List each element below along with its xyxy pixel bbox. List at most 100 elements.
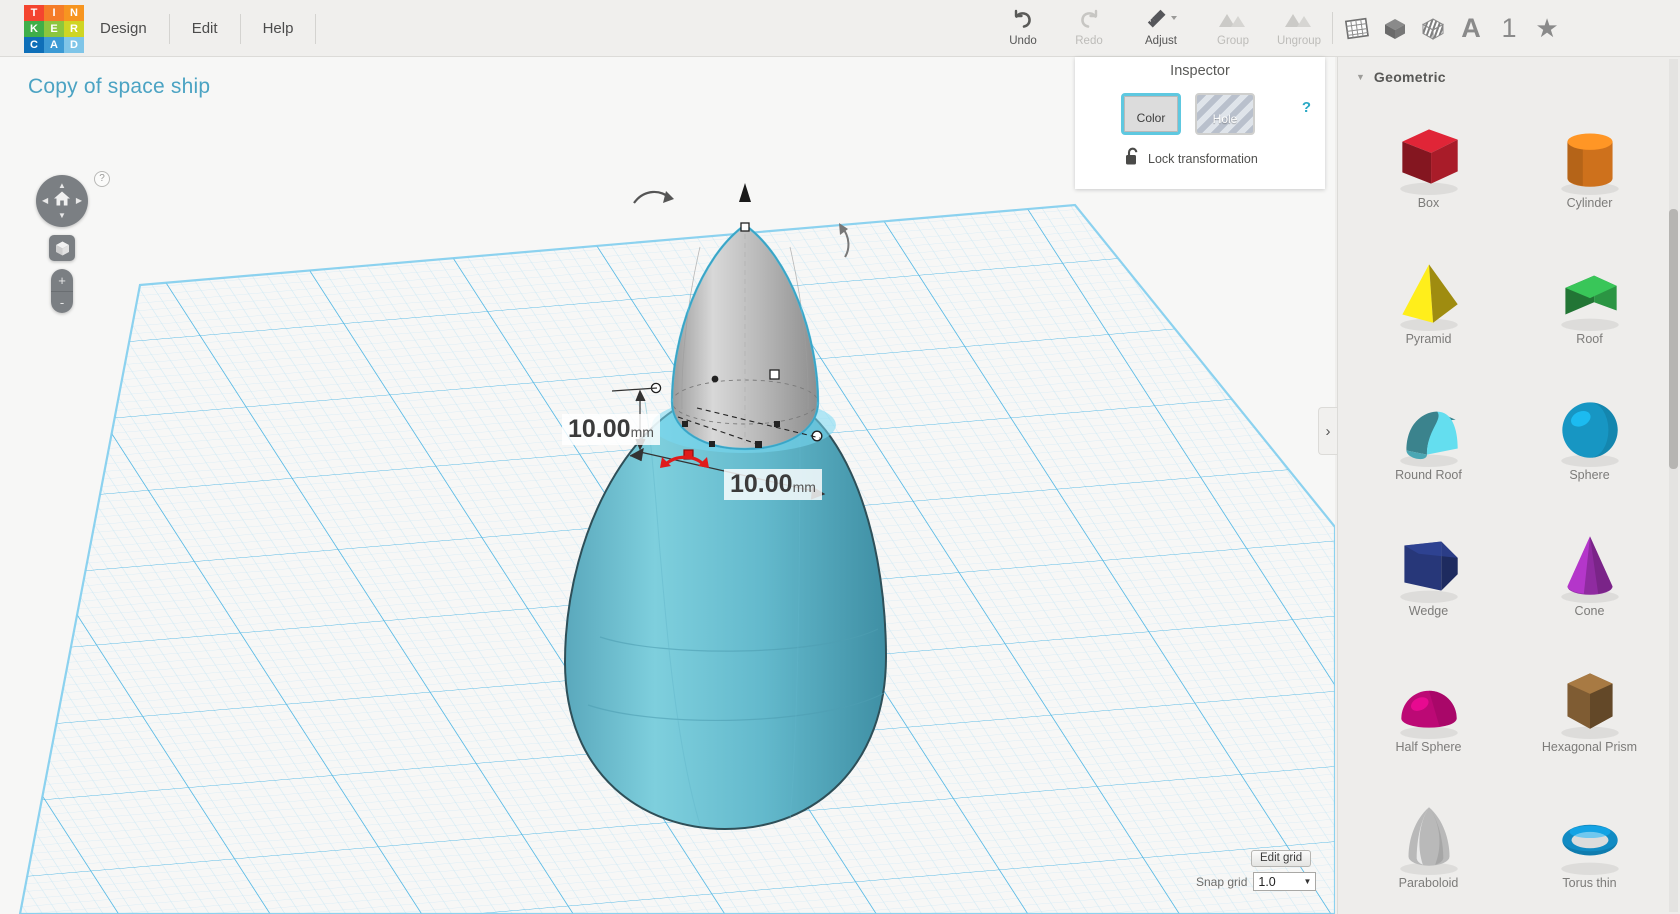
- undo-icon: [990, 7, 1056, 31]
- chevron-down-icon: ▼: [1303, 877, 1312, 886]
- group-button[interactable]: Group: [1200, 0, 1266, 47]
- number-1-icon[interactable]: 1: [1490, 10, 1528, 48]
- group-icon: [1200, 7, 1266, 31]
- shape-item-label: Cylinder: [1566, 196, 1613, 210]
- orbit-right-arrow[interactable]: ▶: [76, 197, 82, 205]
- shape-item-box[interactable]: Box: [1348, 93, 1509, 229]
- color-swatch-button[interactable]: Color: [1121, 93, 1181, 135]
- lock-transformation-row[interactable]: Lock transformation: [1075, 135, 1325, 171]
- tinkercad-app: T I N K E R C A D Design Edit Help Undo …: [0, 0, 1680, 914]
- adjust-label: Adjust: [1145, 35, 1177, 47]
- shape-item-torus[interactable]: Torus: [1348, 909, 1509, 914]
- shapes-category-header[interactable]: ▼ Geometric: [1338, 57, 1680, 93]
- logo-tile-c: C: [24, 37, 44, 53]
- inspector-title: Inspector: [1170, 63, 1230, 79]
- box-icon: [1388, 112, 1470, 200]
- inspector-help-icon[interactable]: ?: [1302, 99, 1311, 116]
- redo-label: Redo: [1075, 35, 1103, 47]
- redo-button[interactable]: Redo: [1056, 0, 1122, 47]
- tinkercad-logo[interactable]: T I N K E R C A D: [24, 5, 84, 53]
- chevron-down-icon: ▼: [1356, 72, 1365, 82]
- shape-item-label: Pyramid: [1405, 332, 1452, 346]
- adjust-icon: [1122, 7, 1200, 31]
- ungroup-label: Ungroup: [1276, 35, 1322, 47]
- text-a-icon[interactable]: A: [1452, 10, 1490, 48]
- logo-tile-d: D: [64, 37, 84, 53]
- snap-grid-select[interactable]: 1.0 ▼: [1253, 872, 1317, 891]
- shape-item-label: Roof: [1576, 332, 1603, 346]
- shapes-scrollbar[interactable]: [1669, 59, 1678, 912]
- workplane-icon[interactable]: [1338, 10, 1376, 48]
- view-navigation-widget: ▲ ◀ ▶ ▼ + -: [36, 175, 88, 313]
- orbit-down-arrow[interactable]: ▼: [58, 212, 66, 220]
- shape-item-round-roof[interactable]: Round Roof: [1348, 365, 1509, 501]
- shape-item-label: Hexagonal Prism: [1541, 740, 1638, 754]
- cube-view-icon[interactable]: [49, 235, 75, 261]
- logo-tile-e: E: [44, 21, 64, 37]
- inspector-swatches: Color Hole: [1075, 79, 1325, 135]
- shapes-grid: Box Cylinder Pyramid Roof Round Roof Sphere We…: [1338, 93, 1680, 914]
- shape-item-label: Paraboloid: [1398, 876, 1459, 890]
- shape-item-wedge[interactable]: Wedge: [1348, 501, 1509, 637]
- logo-tile-a: A: [44, 37, 64, 53]
- shape-item-paraboloid[interactable]: Paraboloid: [1348, 773, 1509, 909]
- ungroup-button[interactable]: Ungroup: [1266, 0, 1332, 47]
- adjust-button[interactable]: Adjust: [1122, 0, 1200, 47]
- lock-transformation-label: Lock transformation: [1148, 152, 1258, 166]
- shape-item-label: Round Roof: [1395, 468, 1462, 482]
- shape-item-roof[interactable]: Roof: [1509, 229, 1670, 365]
- page-title: Copy of space ship: [28, 75, 211, 98]
- dimension-value-depth: 10.00: [568, 415, 631, 443]
- viewport-help-icon[interactable]: ?: [94, 171, 110, 187]
- shapes-panel: ▼ Geometric Box Cylinder Pyramid Roof Round …: [1337, 57, 1680, 914]
- snap-grid-label: Snap grid: [1196, 874, 1248, 889]
- shape-item-torus-thin[interactable]: Torus thin: [1509, 773, 1670, 909]
- menu-item-help[interactable]: Help: [241, 13, 317, 44]
- orbit-up-arrow[interactable]: ▲: [58, 182, 66, 190]
- lock-icon: [1125, 147, 1140, 171]
- shape-item-label: Sphere: [1569, 468, 1610, 482]
- inspector-panel: Inspector Color Hole ? Lock transformati…: [1075, 57, 1325, 189]
- paraboloid-icon: [1388, 792, 1470, 880]
- undo-button[interactable]: Undo: [990, 0, 1056, 47]
- shape-item-pyramid[interactable]: Pyramid: [1348, 229, 1509, 365]
- orbit-left-arrow[interactable]: ◀: [42, 197, 48, 205]
- shape-item-sphere[interactable]: Sphere: [1509, 365, 1670, 501]
- hole-swatch-button[interactable]: Hole: [1195, 93, 1255, 135]
- shape-item-cylinder[interactable]: Cylinder: [1509, 93, 1670, 229]
- logo-tile-n: N: [64, 5, 84, 21]
- dimension-label-depth[interactable]: 10.00mm: [562, 414, 660, 445]
- shape-item-label: Cone: [1574, 604, 1605, 618]
- shape-item-torus-thick[interactable]: Torus thick: [1509, 909, 1670, 914]
- halfsphere-icon: [1388, 656, 1470, 744]
- toolbar-divider: [1332, 12, 1333, 44]
- pyramid-icon: [1388, 248, 1470, 336]
- solid-cube-icon[interactable]: [1376, 10, 1414, 48]
- shape-item-cone[interactable]: Cone: [1509, 501, 1670, 637]
- dimension-value-width: 10.00: [730, 470, 793, 498]
- logo-tile-t: T: [24, 5, 44, 21]
- shapes-category-label: Geometric: [1373, 69, 1446, 85]
- logo-tile-k: K: [24, 21, 44, 37]
- hole-swatch-label: Hole: [1212, 112, 1238, 126]
- shapes-scrollbar-thumb[interactable]: [1669, 209, 1678, 469]
- roof-icon: [1549, 248, 1631, 336]
- roundroof-icon: [1388, 384, 1470, 472]
- logo-tile-i: I: [44, 5, 64, 21]
- zoom-out-button[interactable]: -: [51, 291, 73, 313]
- hole-cube-icon[interactable]: [1414, 10, 1452, 48]
- menu-item-edit[interactable]: Edit: [170, 13, 241, 44]
- edit-grid-button[interactable]: Edit grid: [1251, 850, 1312, 867]
- sphere-icon: [1549, 384, 1631, 472]
- dimension-label-width[interactable]: 10.00mm: [724, 469, 822, 500]
- orbit-disc[interactable]: ▲ ◀ ▶ ▼: [36, 175, 88, 227]
- color-swatch-label: Color: [1136, 111, 1166, 125]
- shape-item-half-sphere[interactable]: Half Sphere: [1348, 637, 1509, 773]
- zoom-in-button[interactable]: +: [51, 269, 73, 291]
- panel-collapse-button[interactable]: ›: [1318, 407, 1337, 455]
- ungroup-icon: [1266, 7, 1332, 31]
- shape-item-hexagonal-prism[interactable]: Hexagonal Prism: [1509, 637, 1670, 773]
- home-icon[interactable]: [53, 191, 71, 212]
- menu-item-design[interactable]: Design: [98, 13, 170, 44]
- star-icon[interactable]: ★: [1528, 10, 1566, 48]
